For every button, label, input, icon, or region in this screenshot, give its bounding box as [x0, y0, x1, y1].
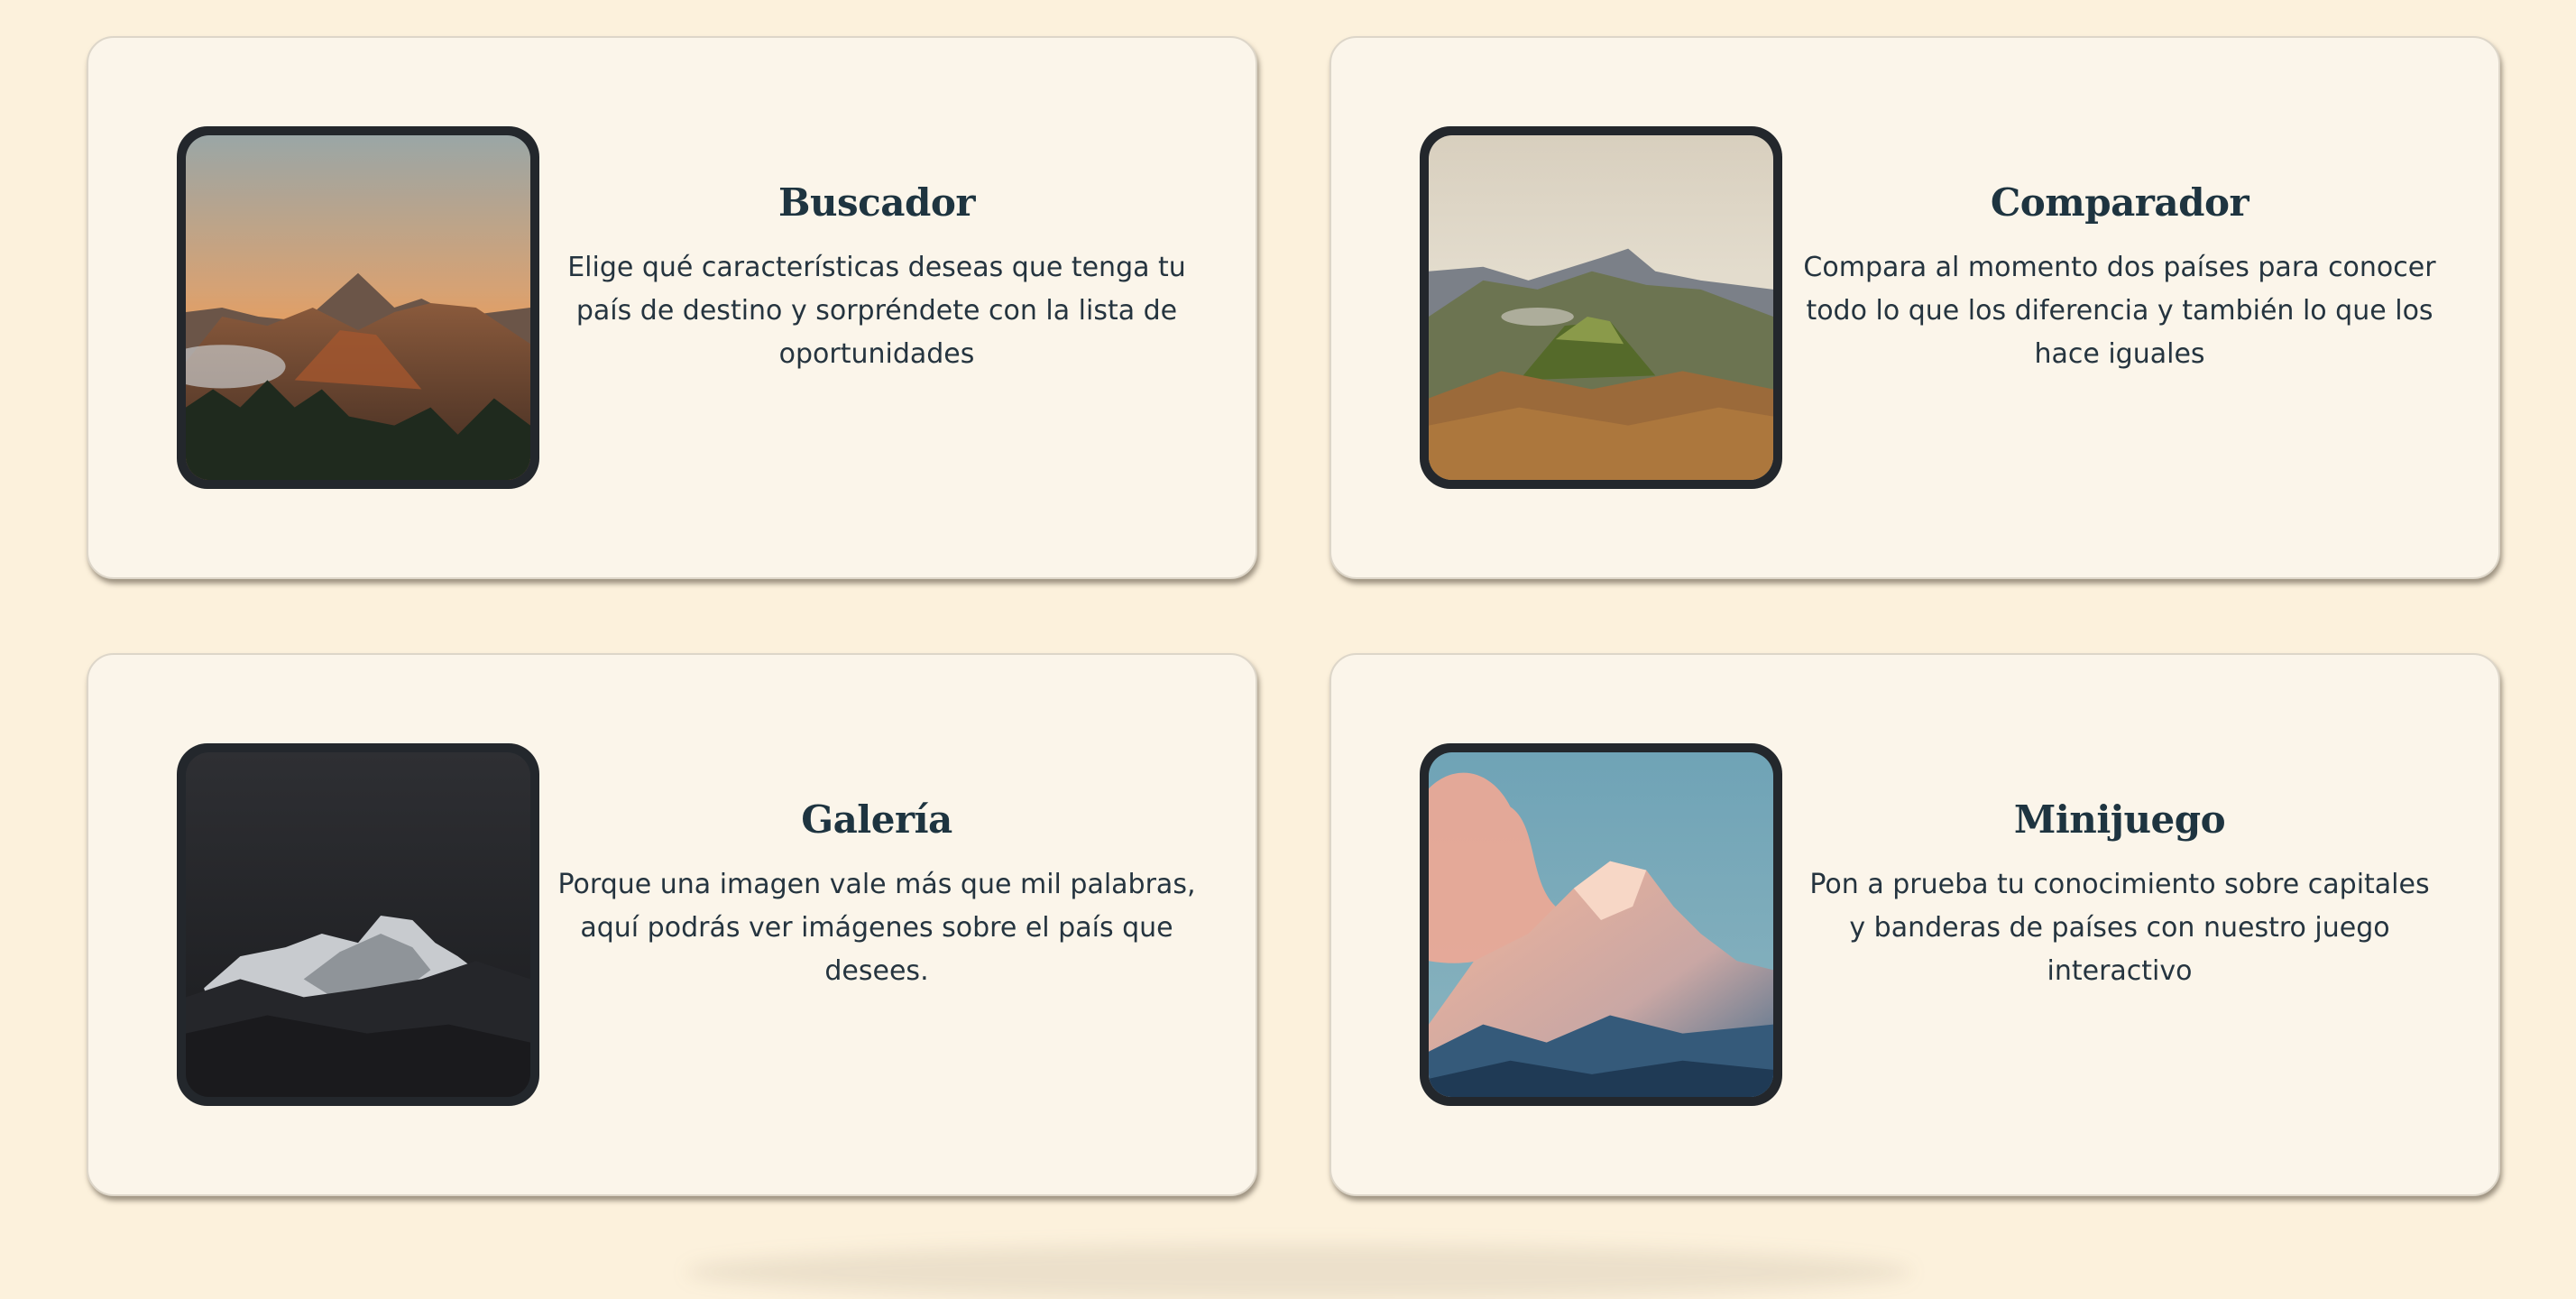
card-description: Compara al momento dos países para conoc…: [1803, 252, 2436, 370]
comparador-image: [1420, 126, 1782, 489]
card-title: Galería: [801, 797, 952, 842]
card-description: Porque una imagen vale más que mil palab…: [557, 869, 1196, 987]
card-title: Buscador: [778, 180, 975, 225]
card-minijuego[interactable]: Minijuego Pon a prueba tu conocimiento s…: [1329, 653, 2500, 1196]
card-title: Minijuego: [2013, 797, 2226, 842]
card-galeria[interactable]: Galería Porque una imagen vale más que m…: [87, 653, 1257, 1196]
bottom-panel-shadow: [685, 1245, 1912, 1299]
features-grid: Buscador Elige qué características desea…: [87, 36, 2500, 1196]
card-buscador[interactable]: Buscador Elige qué características desea…: [87, 36, 1257, 579]
comparador-text: Comparador Compara al momento dos países…: [1800, 180, 2439, 376]
card-description: Pon a prueba tu conocimiento sobre capit…: [1809, 869, 2430, 987]
card-title: Comparador: [1990, 180, 2249, 225]
minijuego-text: Minijuego Pon a prueba tu conocimiento s…: [1800, 797, 2439, 993]
galeria-image: [177, 743, 539, 1106]
minijuego-image: [1420, 743, 1782, 1106]
card-comparador[interactable]: Comparador Compara al momento dos países…: [1329, 36, 2500, 579]
galeria-text: Galería Porque una imagen vale más que m…: [557, 797, 1196, 993]
buscador-image: [177, 126, 539, 489]
card-description: Elige qué características deseas que ten…: [567, 252, 1186, 370]
buscador-text: Buscador Elige qué características desea…: [557, 180, 1196, 376]
